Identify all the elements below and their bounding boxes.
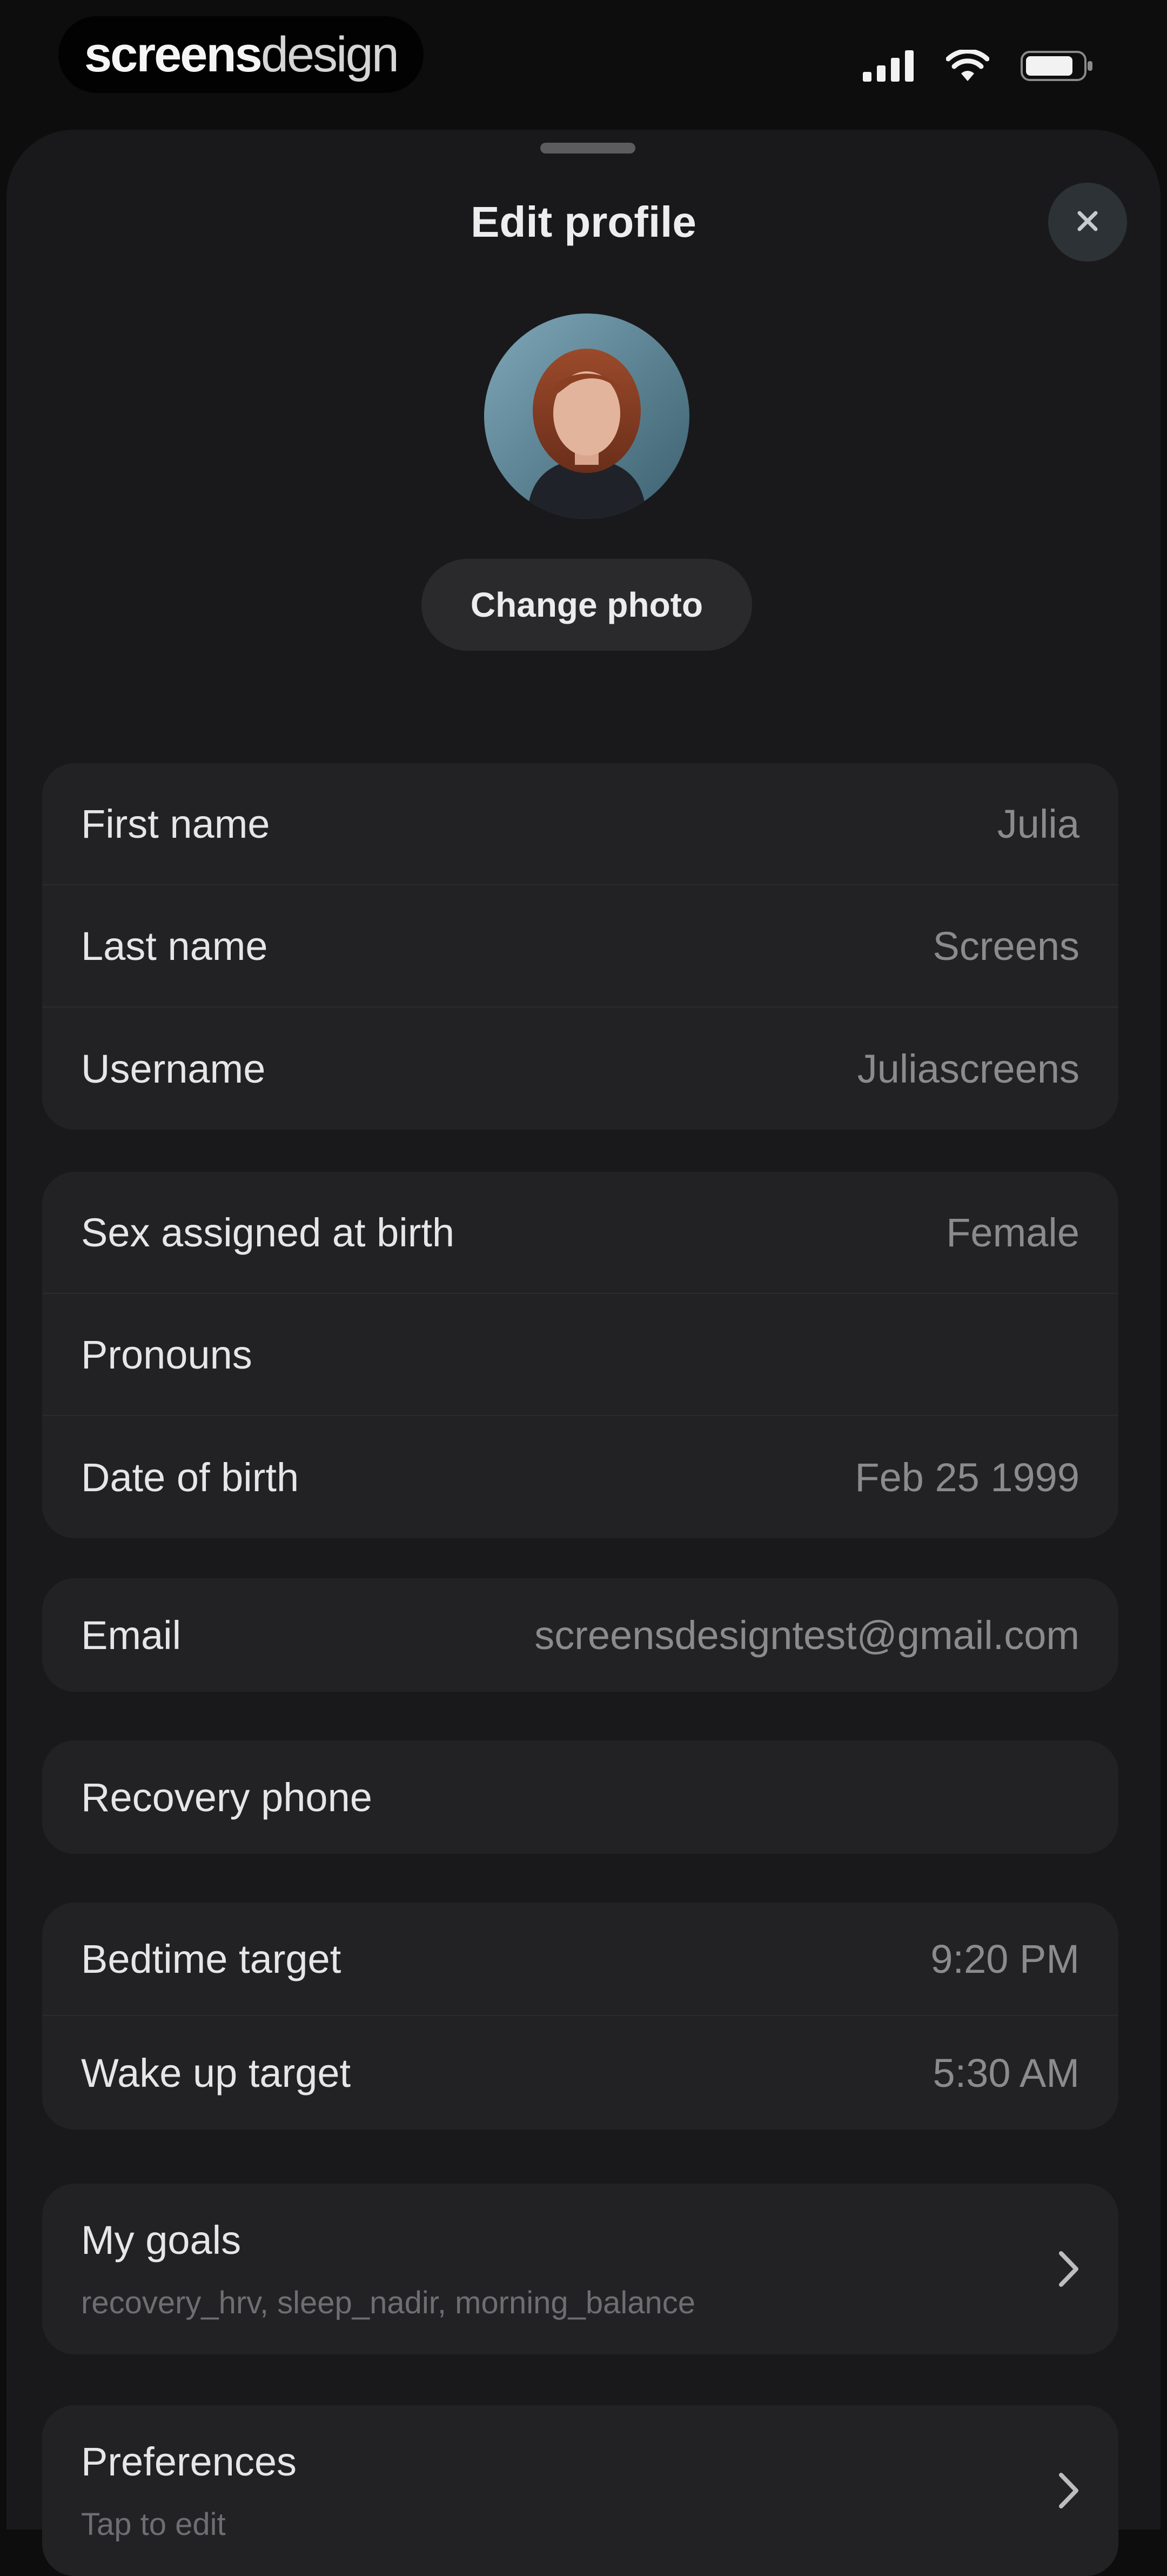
email-value: screensdesigntest@gmail.com <box>534 1612 1079 1658</box>
page-title: Edit profile <box>471 198 696 246</box>
username-label: Username <box>81 1046 266 1091</box>
bedtime-target-value: 9:20 PM <box>930 1936 1079 1981</box>
status-icons <box>863 49 1094 85</box>
wake-up-target-label: Wake up target <box>81 2050 351 2095</box>
last-name-row[interactable]: Last name Screens <box>42 885 1118 1007</box>
my-goals-label: My goals <box>81 2218 242 2263</box>
change-photo-button[interactable]: Change photo <box>421 559 752 651</box>
date-of-birth-row[interactable]: Date of birth Feb 25 1999 <box>42 1416 1118 1538</box>
bedtime-target-row[interactable]: Bedtime target 9:20 PM <box>42 1903 1118 2016</box>
last-name-label: Last name <box>81 923 268 969</box>
brand-logo-part2: design <box>260 27 399 82</box>
battery-icon <box>1021 50 1094 85</box>
sheet-grabber[interactable] <box>540 143 635 154</box>
recovery-phone-label: Recovery phone <box>81 1774 372 1820</box>
email-card: Email screensdesigntest@gmail.com <box>42 1578 1118 1692</box>
sex-value: Female <box>946 1210 1079 1255</box>
preferences-row[interactable]: Preferences Tap to edit <box>42 2405 1118 2576</box>
wifi-icon <box>945 49 990 85</box>
sex-label: Sex assigned at birth <box>81 1210 455 1255</box>
goals-card: My goals recovery_hrv, sleep_nadir, morn… <box>42 2184 1118 2354</box>
preferences-card: Preferences Tap to edit <box>42 2405 1118 2576</box>
sex-row[interactable]: Sex assigned at birth Female <box>42 1172 1118 1294</box>
email-row[interactable]: Email screensdesigntest@gmail.com <box>42 1578 1118 1692</box>
wake-up-target-value: 5:30 AM <box>933 2050 1079 2095</box>
personal-info-card: Sex assigned at birth Female Pronouns Da… <box>42 1172 1118 1538</box>
sleep-targets-card: Bedtime target 9:20 PM Wake up target 5:… <box>42 1903 1118 2130</box>
last-name-value: Screens <box>933 923 1079 969</box>
close-button[interactable] <box>1048 183 1127 262</box>
status-bar: screens design <box>0 0 1167 124</box>
recovery-phone-card: Recovery phone <box>42 1740 1118 1854</box>
username-row[interactable]: Username Juliascreens <box>42 1007 1118 1130</box>
pronouns-row[interactable]: Pronouns <box>42 1294 1118 1416</box>
first-name-row[interactable]: First name Julia <box>42 763 1118 885</box>
signal-icon <box>863 50 915 84</box>
username-value: Juliascreens <box>857 1046 1079 1091</box>
email-label: Email <box>81 1612 182 1658</box>
my-goals-subtitle: recovery_hrv, sleep_nadir, morning_balan… <box>81 2285 696 2320</box>
brand-logo: screens design <box>58 16 424 93</box>
my-goals-row[interactable]: My goals recovery_hrv, sleep_nadir, morn… <box>42 2184 1118 2354</box>
first-name-value: Julia <box>997 801 1079 846</box>
recovery-phone-row[interactable]: Recovery phone <box>42 1740 1118 1854</box>
preferences-label: Preferences <box>81 2439 297 2484</box>
close-icon <box>1074 208 1101 237</box>
date-of-birth-value: Feb 25 1999 <box>855 1454 1079 1500</box>
first-name-label: First name <box>81 801 270 846</box>
pronouns-label: Pronouns <box>81 1332 252 1377</box>
preferences-subtitle: Tap to edit <box>81 2507 226 2542</box>
date-of-birth-label: Date of birth <box>81 1454 299 1500</box>
name-card: First name Julia Last name Screens Usern… <box>42 763 1118 1130</box>
bedtime-target-label: Bedtime target <box>81 1936 341 1981</box>
chevron-right-icon <box>1058 2472 1079 2510</box>
avatar[interactable] <box>484 313 689 519</box>
wake-up-target-row[interactable]: Wake up target 5:30 AM <box>42 2016 1118 2130</box>
brand-logo-part1: screens <box>84 27 263 82</box>
chevron-right-icon <box>1058 2250 1079 2288</box>
